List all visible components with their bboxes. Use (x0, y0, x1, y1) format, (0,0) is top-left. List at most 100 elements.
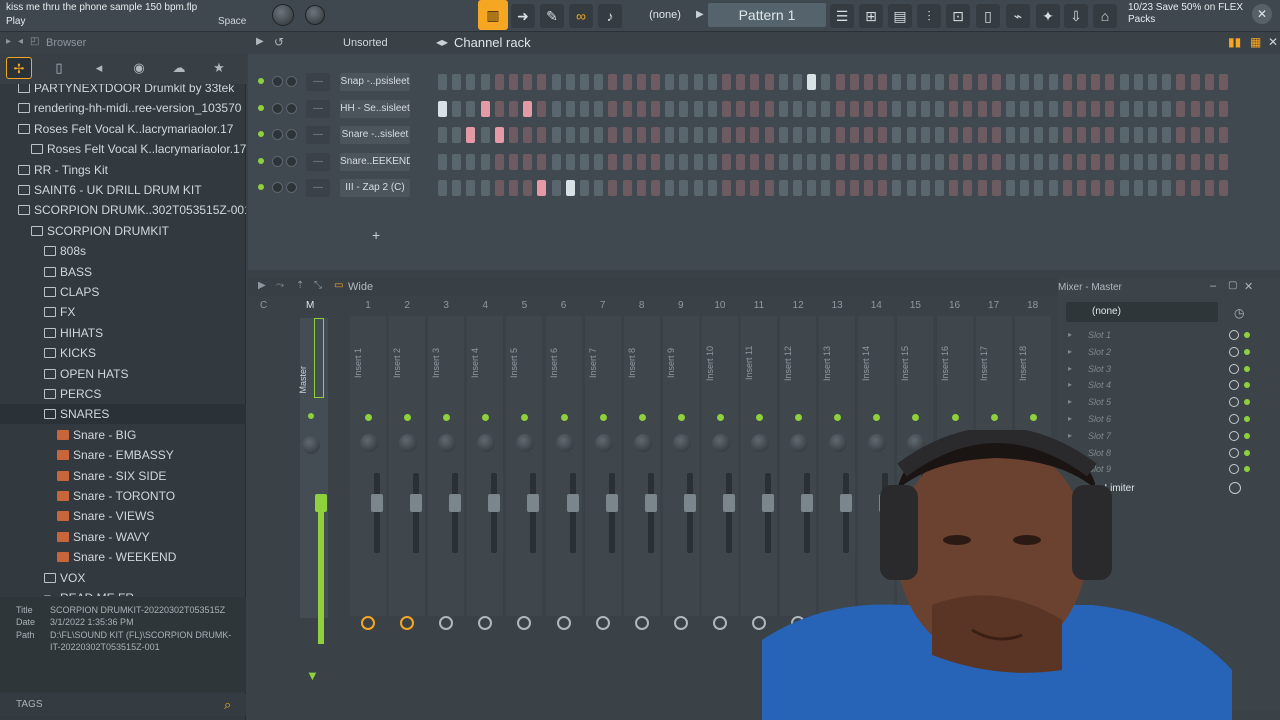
step-button[interactable] (821, 127, 831, 144)
slot-enable-led[interactable] (1244, 466, 1250, 473)
step-button[interactable] (480, 100, 490, 117)
send-knob[interactable] (400, 616, 415, 630)
step-button[interactable] (878, 74, 888, 90)
step-button[interactable] (594, 100, 604, 117)
plugin-picker-icon[interactable]: ⊡ (946, 4, 970, 28)
channel-pan-knob[interactable] (272, 76, 283, 87)
step-button[interactable] (480, 74, 490, 90)
step-button[interactable] (438, 153, 447, 170)
close-icon[interactable]: ✕ (1244, 280, 1253, 293)
browser-folder-item[interactable]: PARTYNEXTDOOR Drumkit by 33tek (0, 84, 246, 98)
step-button[interactable] (1034, 153, 1044, 170)
step-button[interactable] (480, 127, 490, 144)
insert-fader[interactable] (449, 494, 462, 512)
slot-enable-led[interactable] (1244, 365, 1250, 372)
step-button[interactable] (750, 74, 760, 90)
slot-enable-led[interactable] (1244, 416, 1250, 422)
channel-mixer-track[interactable]: — (306, 179, 330, 198)
step-button[interactable] (750, 100, 760, 117)
step-button[interactable] (651, 127, 660, 144)
step-button[interactable] (707, 100, 717, 117)
step-button[interactable] (665, 74, 675, 90)
step-button[interactable] (608, 180, 618, 197)
insert-pan-knob[interactable] (555, 434, 574, 452)
step-button[interactable] (1034, 180, 1044, 197)
browser-folder-item[interactable]: T READ ME FR (0, 588, 246, 596)
search-icon[interactable]: ⌕ (224, 697, 231, 713)
slot-mix-knob[interactable] (1229, 380, 1239, 391)
slot-enable-led[interactable] (1244, 382, 1250, 389)
step-button[interactable] (1091, 153, 1101, 170)
channel-mixer-track[interactable]: — (306, 126, 330, 145)
step-button[interactable] (679, 74, 689, 90)
step-button[interactable] (679, 127, 689, 144)
step-button[interactable] (679, 100, 689, 117)
browser-folder-item[interactable]: KICKS (0, 343, 246, 363)
step-button[interactable] (466, 74, 476, 90)
browser-folder-item[interactable]: Roses Felt Vocal K..lacrymariaolor.17 (0, 119, 246, 139)
step-button[interactable] (906, 180, 916, 197)
step-button[interactable] (1105, 74, 1115, 90)
step-button[interactable] (764, 127, 774, 144)
insert-mute-led[interactable] (560, 414, 568, 421)
step-button[interactable] (977, 74, 987, 90)
slot-enable-led[interactable] (1244, 332, 1250, 338)
step-button[interactable] (935, 100, 944, 117)
step-button[interactable] (608, 127, 618, 144)
step-button[interactable] (580, 127, 589, 144)
step-button[interactable] (892, 153, 902, 170)
step-button[interactable] (920, 74, 930, 90)
step-button[interactable] (580, 153, 589, 170)
step-button[interactable] (1119, 153, 1129, 170)
step-button[interactable] (551, 74, 561, 90)
slot-expand-icon[interactable]: ▸ (1068, 364, 1072, 373)
step-button[interactable] (1091, 74, 1101, 90)
play-small-icon[interactable]: ▶ (258, 280, 266, 291)
step-button[interactable] (636, 180, 646, 197)
step-button[interactable] (793, 100, 802, 117)
step-button[interactable] (1190, 153, 1200, 170)
insert-mute-led[interactable] (990, 414, 998, 421)
step-button[interactable] (494, 100, 504, 117)
step-button[interactable] (1105, 100, 1115, 117)
step-button[interactable] (1006, 180, 1015, 197)
insert-mute-led[interactable] (638, 414, 646, 421)
browser-folder-item[interactable]: PERCS (0, 384, 246, 404)
pin-icon[interactable]: ⇡ (296, 280, 304, 291)
step-button[interactable] (1062, 127, 1072, 144)
slot-mix-knob[interactable] (1229, 414, 1239, 424)
browser-folder-item[interactable]: SCORPION DRUMK..302T053515Z-001 (0, 200, 246, 220)
channel-volume-knob[interactable] (286, 129, 297, 141)
insert-mute-led[interactable] (677, 414, 685, 421)
channel-mute-led[interactable] (258, 78, 264, 84)
channel-volume-knob[interactable] (286, 155, 297, 167)
step-button[interactable] (707, 74, 717, 90)
plug-icon[interactable]: ⌁ (1006, 4, 1030, 28)
step-button[interactable] (750, 153, 760, 170)
step-button[interactable] (1048, 100, 1058, 117)
slot-expand-icon[interactable]: ▸ (1068, 397, 1072, 406)
step-button[interactable] (807, 180, 817, 197)
channel-rack-icon[interactable]: ▤ (888, 4, 912, 28)
channel-volume-knob[interactable] (286, 182, 297, 194)
step-button[interactable] (693, 127, 703, 144)
step-button[interactable] (722, 74, 731, 90)
step-button[interactable] (1048, 127, 1058, 144)
send-knob[interactable] (673, 616, 688, 630)
step-button[interactable] (878, 153, 888, 170)
step-button[interactable] (1119, 74, 1129, 90)
step-button[interactable] (1091, 100, 1101, 117)
step-button[interactable] (778, 127, 788, 144)
step-button[interactable] (1148, 100, 1157, 117)
step-button[interactable] (750, 180, 760, 197)
globe-icon[interactable]: ◉ (126, 57, 152, 79)
step-button[interactable] (821, 74, 831, 90)
step-button[interactable] (1105, 180, 1115, 197)
step-button[interactable] (466, 153, 476, 170)
step-button[interactable] (565, 180, 575, 197)
step-button[interactable] (1119, 127, 1129, 144)
effect-slot[interactable]: Slot 4 (1088, 380, 1111, 390)
step-button[interactable] (935, 153, 944, 170)
step-button[interactable] (835, 74, 845, 90)
step-button[interactable] (920, 180, 930, 197)
